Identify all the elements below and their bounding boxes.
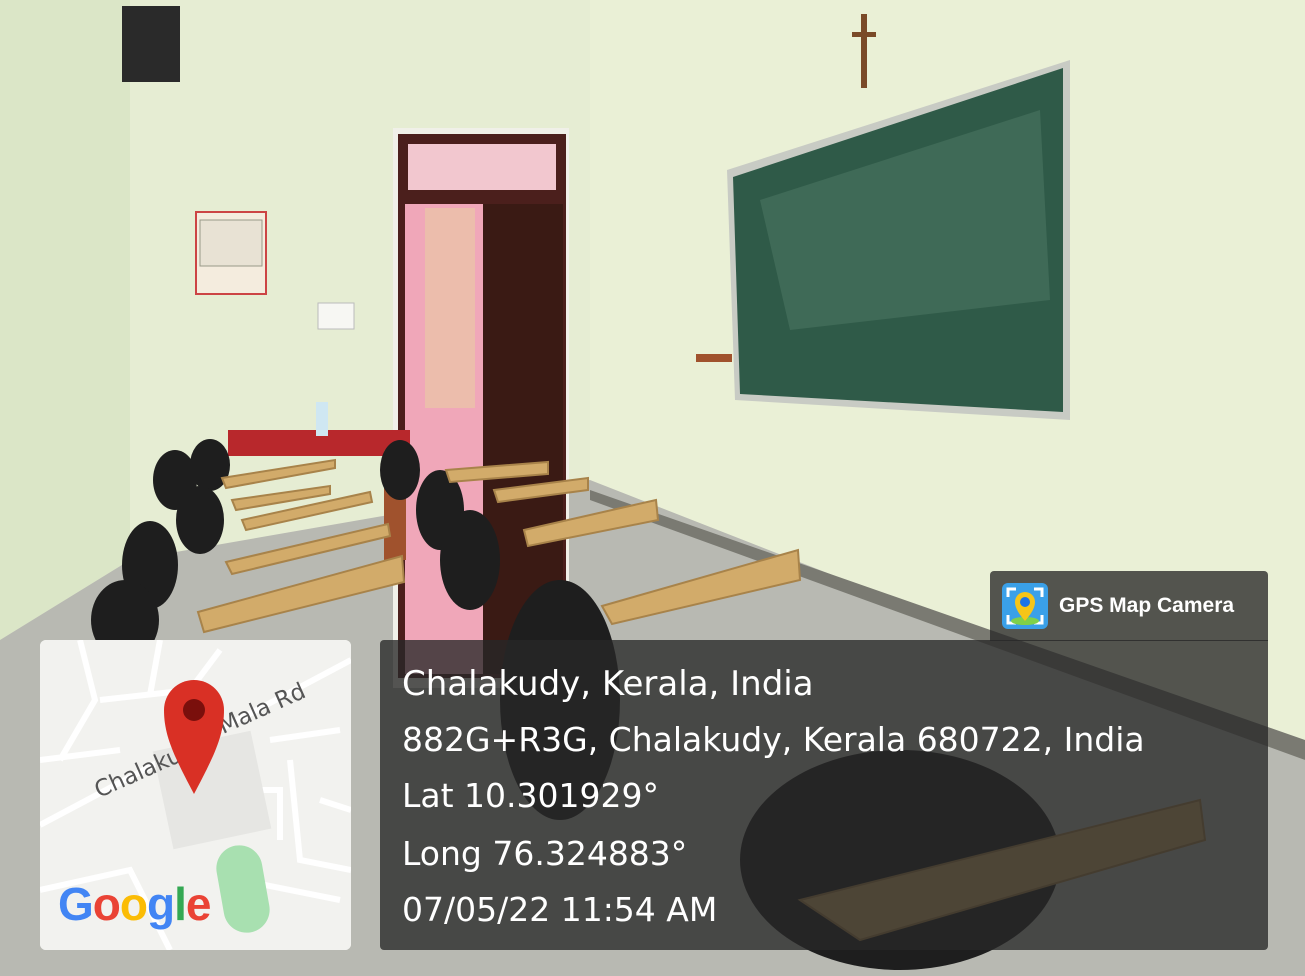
longitude: Long 76.324883° — [402, 834, 688, 873]
photo-stage: GPS Map Camera Chalakudy, Kerala, India … — [0, 0, 1305, 976]
gps-map-camera-badge: GPS Map Camera — [990, 571, 1268, 641]
badge-label: GPS Map Camera — [1059, 594, 1235, 617]
google-logo: Google — [58, 878, 211, 930]
chalk-ledge — [696, 354, 732, 362]
gps-camera-app-icon — [1002, 583, 1048, 629]
speaker — [122, 6, 180, 82]
wall-left — [0, 0, 130, 640]
water-bottle — [316, 402, 328, 436]
place-name: Chalakudy, Kerala, India — [402, 664, 814, 704]
location-info-panel: Chalakudy, Kerala, India 882G+R3G, Chala… — [380, 640, 1268, 950]
location-pin-icon — [164, 680, 224, 794]
latitude: Lat 10.301929° — [402, 776, 659, 815]
date-time: 07/05/22 11:54 AM — [402, 890, 718, 929]
crucifix — [861, 14, 867, 88]
address: 882G+R3G, Chalakudy, Kerala 680722, Indi… — [402, 720, 1145, 759]
switch-board — [317, 302, 355, 330]
